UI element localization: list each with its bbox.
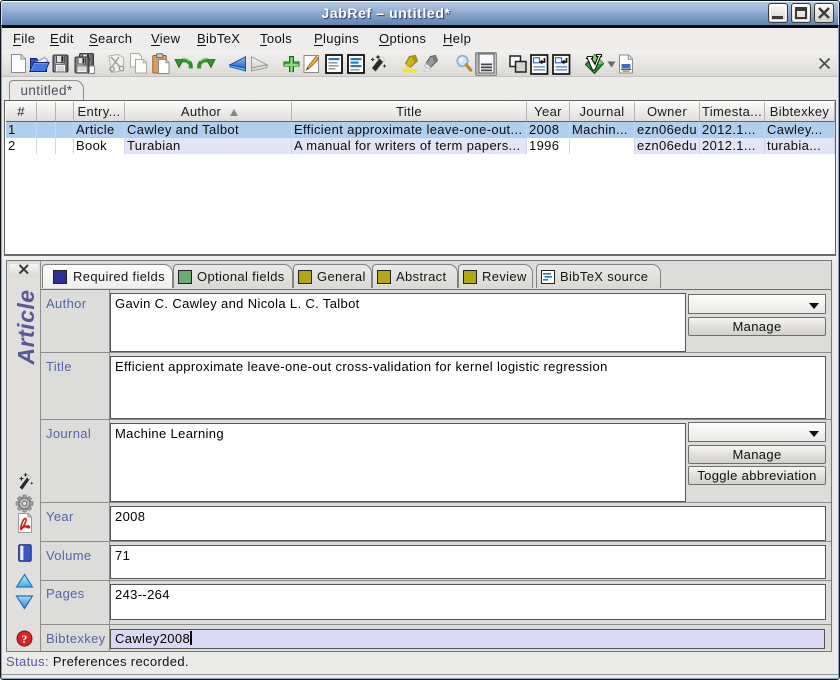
svg-text:?: ? <box>21 632 27 646</box>
